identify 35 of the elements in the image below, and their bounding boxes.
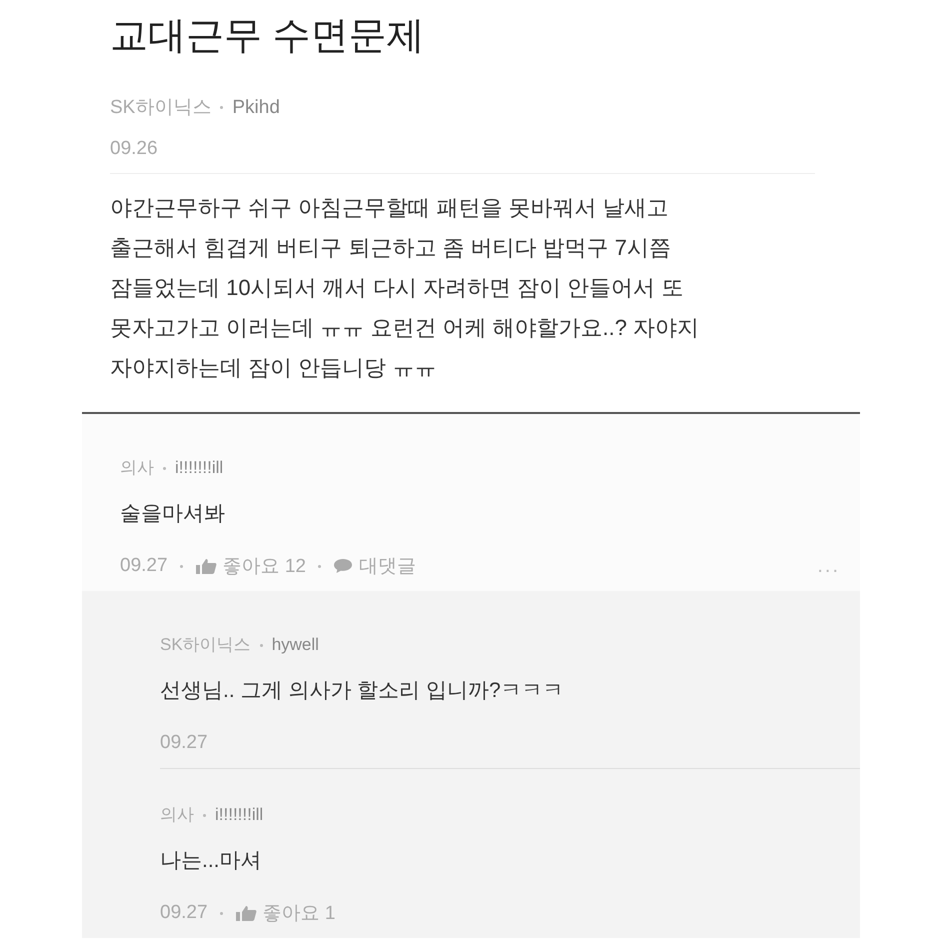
- separator-dot: [203, 814, 206, 818]
- comment-author: i!!!!!!!ill: [175, 458, 224, 477]
- post-text-line: 못자고가고 이러는데 ㅠㅠ 요런건 어케 해야할가요..? 자야지: [110, 314, 700, 342]
- post-author: Pkihd: [232, 97, 280, 118]
- separator-dot: [163, 467, 166, 470]
- comment-text: 선생님.. 그게 의사가 할소리 입니까?ㅋㅋㅋ: [160, 678, 565, 704]
- comment-text: 술을마셔봐: [120, 501, 226, 527]
- like-button[interactable]: 좋아요 12: [194, 553, 306, 579]
- post-text-line: 출근해서 힘겹게 버티구 퇴근하고 좀 버티다 밥먹구 7시쯤: [110, 234, 672, 262]
- post-title: 교대근무 수면문제: [110, 14, 426, 59]
- comment-date: 09.27: [120, 555, 168, 577]
- thumbs-up-icon: [234, 905, 257, 921]
- separator-dot: [180, 564, 183, 568]
- comment-date: 09.27: [160, 902, 208, 924]
- more-options-button[interactable]: ...: [817, 554, 840, 578]
- separator-dot: [220, 912, 223, 914]
- comment-text: 나는...마셔: [160, 848, 263, 874]
- comment-author: hywell: [272, 635, 319, 654]
- reply-button[interactable]: 대댓글: [332, 553, 416, 579]
- comment-author: i!!!!!!!ill: [215, 805, 264, 824]
- comment-company: SK하이닉스: [160, 635, 251, 654]
- separator-dot: [260, 644, 263, 648]
- speech-bubble-icon: [332, 558, 353, 574]
- comment-date: 09.27: [160, 732, 208, 754]
- like-button[interactable]: 좋아요 1: [234, 900, 336, 926]
- post-company: SK하이닉스: [110, 97, 212, 118]
- post-date: 09.26: [110, 138, 159, 160]
- post-text-line: 잠들었는데 10시되서 깨서 다시 자려하면 잠이 안들어서 또: [110, 274, 684, 302]
- post-text-line: 자야지하는데 잠이 안듭니당 ㅠㅠ: [110, 354, 438, 382]
- thumbs-up-icon: [194, 558, 217, 574]
- comment-company: 의사: [160, 805, 194, 824]
- separator-dot: [220, 106, 224, 110]
- comment-company: 의사: [120, 458, 154, 477]
- separator-dot: [318, 564, 321, 568]
- post-text-line: 야간근무하구 쉬구 아침근무할때 패턴을 못바꿔서 날새고: [110, 194, 670, 222]
